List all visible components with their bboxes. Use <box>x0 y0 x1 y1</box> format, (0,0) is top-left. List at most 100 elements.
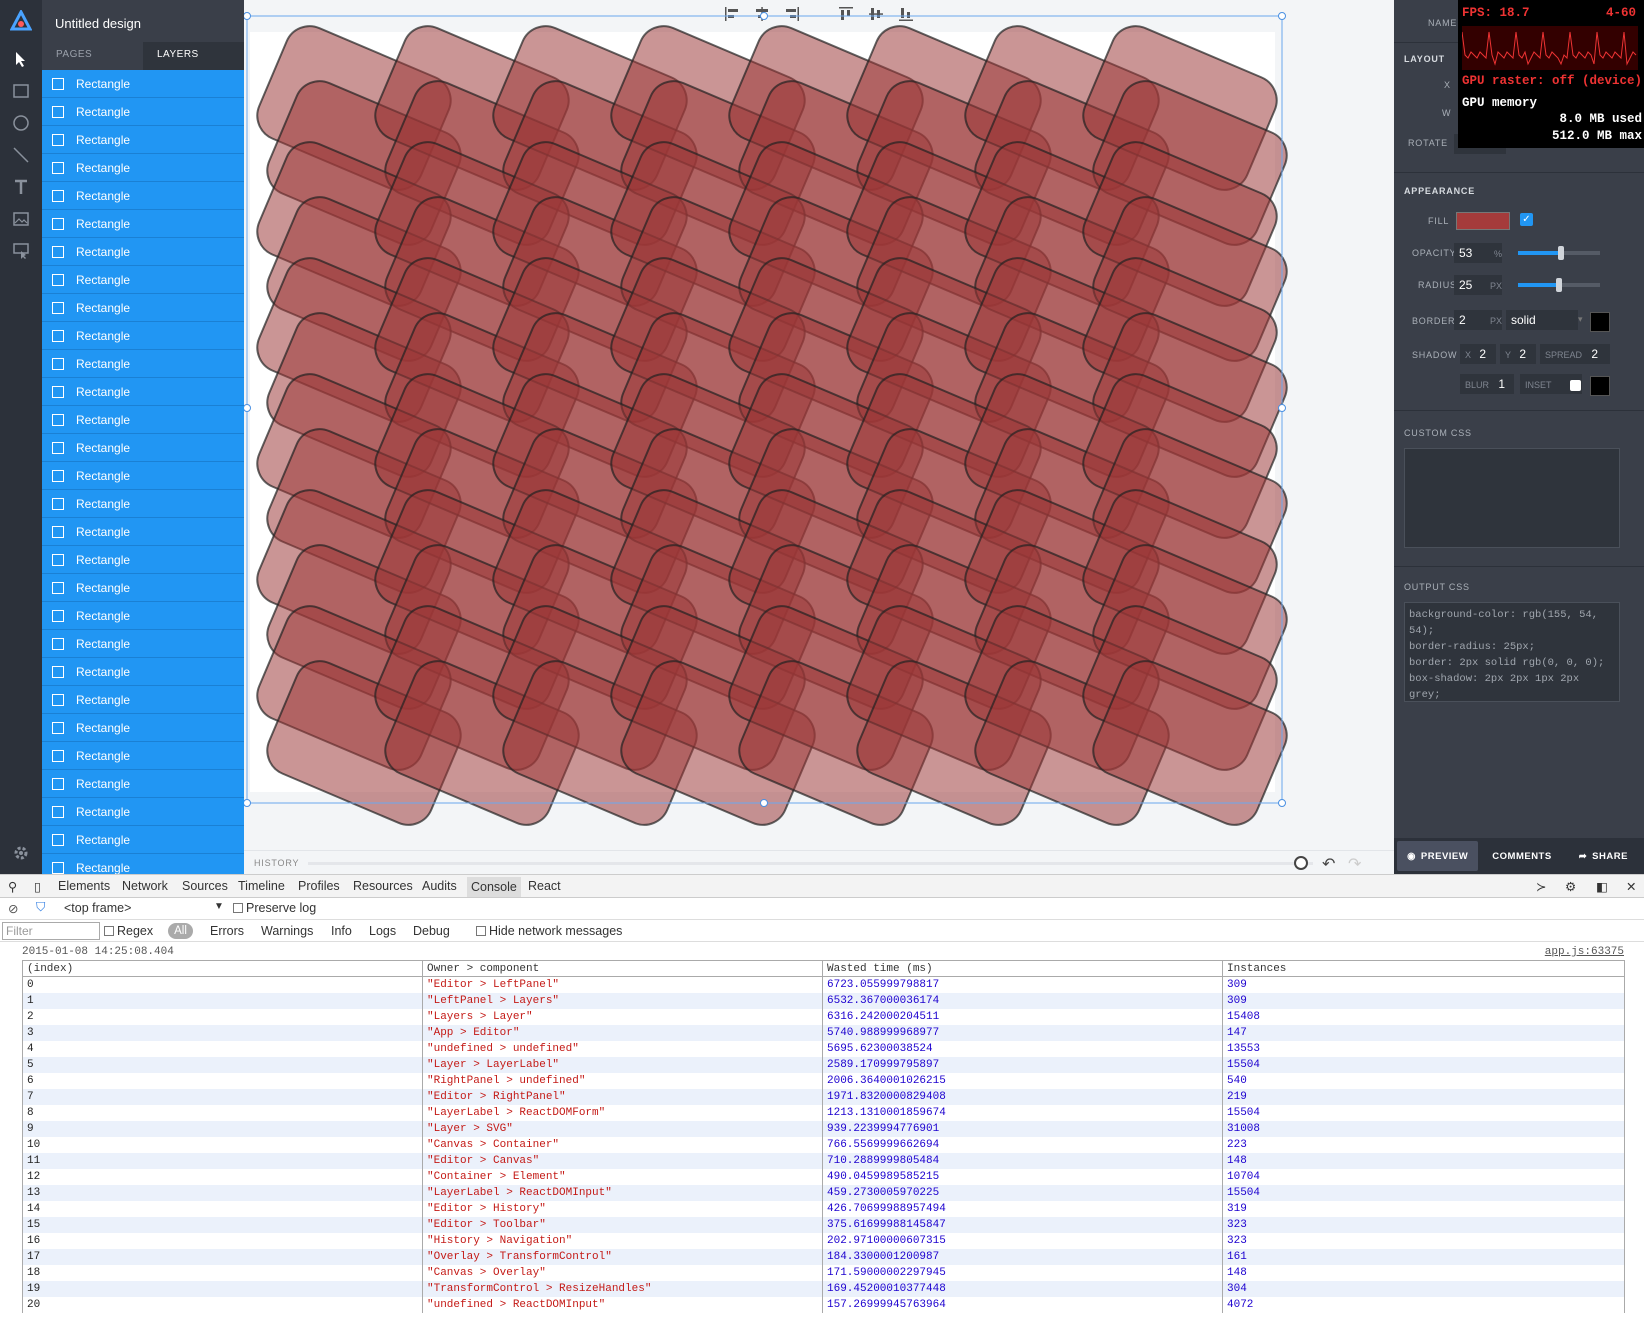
resize-handle[interactable] <box>760 12 768 20</box>
tab-audits[interactable]: Audits <box>422 879 457 893</box>
layer-checkbox[interactable] <box>52 721 64 734</box>
tab-layers[interactable]: LAYERS <box>143 42 244 70</box>
layer-item[interactable]: Rectangle <box>42 742 244 770</box>
gear-icon[interactable]: ⚙ <box>1565 879 1576 894</box>
layer-checkbox[interactable] <box>52 105 64 118</box>
layer-checkbox[interactable] <box>52 441 64 454</box>
shadow-x-field[interactable]: X 2 <box>1460 344 1496 364</box>
resize-handle[interactable] <box>760 799 768 807</box>
regex-checkbox[interactable] <box>104 926 114 936</box>
column-header[interactable]: Instances <box>1222 960 1625 977</box>
drawer-icon[interactable]: ≻ <box>1536 879 1546 894</box>
layer-checkbox[interactable] <box>52 637 64 650</box>
layer-checkbox[interactable] <box>52 301 64 314</box>
document-title[interactable]: Untitled design <box>55 16 141 31</box>
tab-pages[interactable]: PAGES <box>42 42 143 70</box>
layer-checkbox[interactable] <box>52 861 64 874</box>
line-icon[interactable] <box>10 144 32 166</box>
layer-item[interactable]: Rectangle <box>42 658 244 686</box>
logo-icon[interactable] <box>10 10 32 32</box>
layer-item[interactable]: Rectangle <box>42 238 244 266</box>
layer-checkbox[interactable] <box>52 245 64 258</box>
tab-timeline[interactable]: Timeline <box>238 879 285 893</box>
pointer-icon[interactable] <box>10 48 32 70</box>
layer-checkbox[interactable] <box>52 693 64 706</box>
opacity-slider-knob[interactable] <box>1558 246 1565 260</box>
layer-item[interactable]: Rectangle <box>42 266 244 294</box>
tab-console[interactable]: Console <box>467 877 521 897</box>
settings-icon[interactable] <box>10 842 32 864</box>
layer-item[interactable]: Rectangle <box>42 378 244 406</box>
share-button[interactable]: ➦ SHARE <box>1563 838 1644 874</box>
fill-checkbox[interactable]: ✓ <box>1520 213 1533 226</box>
level-errors[interactable]: Errors <box>210 924 244 938</box>
image-icon[interactable] <box>10 208 32 230</box>
component-icon[interactable] <box>10 240 32 262</box>
dock-icon[interactable]: ◧ <box>1596 879 1608 894</box>
hide-network-toggle[interactable]: Hide network messages <box>476 924 622 938</box>
border-color-swatch[interactable] <box>1590 312 1610 332</box>
layer-item[interactable]: Rectangle <box>42 854 244 874</box>
layer-item[interactable]: Rectangle <box>42 182 244 210</box>
level-logs[interactable]: Logs <box>369 924 396 938</box>
level-all[interactable]: All <box>168 923 193 939</box>
border-style-select[interactable]: solid <box>1506 310 1578 330</box>
layer-checkbox[interactable] <box>52 133 64 146</box>
layer-item[interactable]: Rectangle <box>42 126 244 154</box>
radius-slider-knob[interactable] <box>1556 278 1562 292</box>
tab-profiles[interactable]: Profiles <box>298 879 340 893</box>
layer-checkbox[interactable] <box>52 553 64 566</box>
layer-checkbox[interactable] <box>52 609 64 622</box>
layer-checkbox[interactable] <box>52 77 64 90</box>
layer-item[interactable]: Rectangle <box>42 98 244 126</box>
layer-item[interactable]: Rectangle <box>42 70 244 98</box>
layer-checkbox[interactable] <box>52 833 64 846</box>
opacity-slider[interactable] <box>1518 246 1600 260</box>
layer-checkbox[interactable] <box>52 497 64 510</box>
layer-item[interactable]: Rectangle <box>42 462 244 490</box>
tab-resources[interactable]: Resources <box>353 879 413 893</box>
layer-item[interactable]: Rectangle <box>42 294 244 322</box>
layer-item[interactable]: Rectangle <box>42 714 244 742</box>
layer-checkbox[interactable] <box>52 357 64 370</box>
layer-item[interactable]: Rectangle <box>42 154 244 182</box>
layer-checkbox[interactable] <box>52 665 64 678</box>
layer-checkbox[interactable] <box>52 413 64 426</box>
layer-checkbox[interactable] <box>52 525 64 538</box>
layer-checkbox[interactable] <box>52 329 64 342</box>
resize-handle[interactable] <box>244 12 251 20</box>
layer-item[interactable]: Rectangle <box>42 686 244 714</box>
resize-handle[interactable] <box>1278 404 1286 412</box>
column-header[interactable]: Owner > component <box>422 960 823 977</box>
layer-item[interactable]: Rectangle <box>42 350 244 378</box>
inset-checkbox[interactable] <box>1570 380 1581 391</box>
filter-input[interactable]: Filter <box>2 922 100 940</box>
tab-network[interactable]: Network <box>122 879 168 893</box>
layer-item[interactable]: Rectangle <box>42 546 244 574</box>
layer-item[interactable]: Rectangle <box>42 574 244 602</box>
layer-checkbox[interactable] <box>52 469 64 482</box>
layer-item[interactable]: Rectangle <box>42 434 244 462</box>
filter-icon[interactable]: ⛉ <box>36 900 45 915</box>
layer-item[interactable]: Rectangle <box>42 406 244 434</box>
text-icon[interactable] <box>10 176 32 198</box>
hide-network-checkbox[interactable] <box>476 926 486 936</box>
radius-slider[interactable] <box>1518 278 1600 292</box>
layer-item[interactable]: Rectangle <box>42 322 244 350</box>
resize-handle[interactable] <box>244 799 251 807</box>
layer-checkbox[interactable] <box>52 189 64 202</box>
device-icon[interactable]: ▯ <box>34 879 41 894</box>
layer-checkbox[interactable] <box>52 217 64 230</box>
level-info[interactable]: Info <box>331 924 352 938</box>
layer-item[interactable]: Rectangle <box>42 602 244 630</box>
search-icon[interactable]: ⚲ <box>8 879 17 894</box>
layer-checkbox[interactable] <box>52 749 64 762</box>
shadow-color-swatch[interactable] <box>1590 376 1610 396</box>
layer-checkbox[interactable] <box>52 385 64 398</box>
layer-item[interactable]: Rectangle <box>42 798 244 826</box>
history-track[interactable] <box>308 862 1313 865</box>
clear-icon[interactable]: ⊘ <box>8 901 18 916</box>
source-link[interactable]: app.js:63375 <box>1545 946 1624 958</box>
tab-elements[interactable]: Elements <box>58 879 110 893</box>
column-header[interactable]: Wasted time (ms) <box>822 960 1223 977</box>
